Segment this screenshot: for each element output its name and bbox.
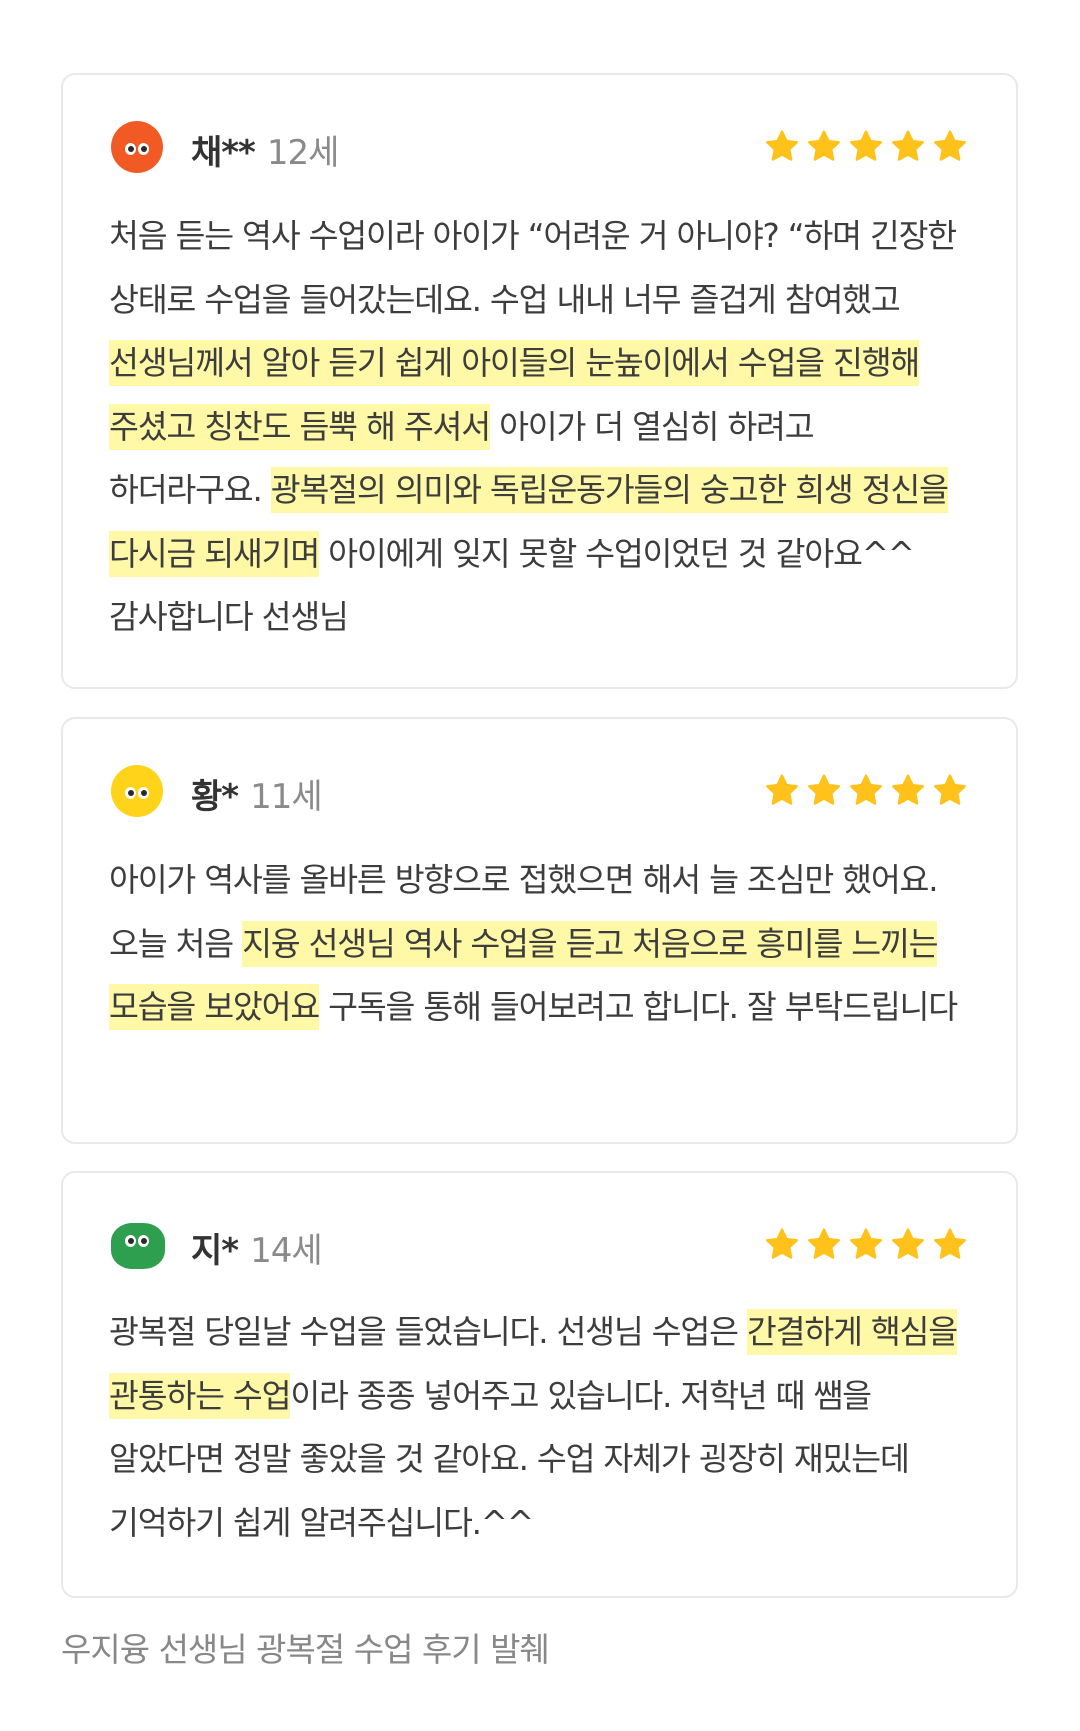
star-icon [850,130,882,161]
star-icon [934,774,966,805]
caption: 우지융 선생님 광복절 수업 후기 발췌 [61,1630,550,1669]
avatar-yellow-icon [111,765,163,817]
star-icon [934,130,966,161]
star-rating [764,129,968,163]
reviewer-name: 황* 11세 [191,777,323,817]
review-header: 황* 11세 [111,761,968,821]
review-card: 지* 14세 광복절 당일날 수업을 들었습니다. 선생님 수업은 간결하게 핵심… [61,1171,1018,1598]
star-rating [764,773,968,807]
review-card: 황* 11세 아이가 역사를 올바른 방향으로 접했으면 해서 늘 조심만 했어요… [61,717,1018,1144]
star-icon [766,130,798,161]
reviewer-age: 11세 [250,777,323,817]
star-icon [766,774,798,805]
star-rating [764,1227,968,1261]
star-icon [808,130,840,161]
review-text: 처음 듣는 역사 수업이라 아이가 “어려운 거 아니야? “하며 긴장한 상태… [109,217,957,636]
review-header: 지* 14세 [111,1215,968,1275]
star-icon [892,130,924,161]
reviewer-age: 14세 [250,1231,323,1271]
star-icon [766,1228,798,1259]
star-icon [850,1228,882,1259]
reviewer-name: 채** 12세 [191,133,340,173]
reviewer-age: 12세 [266,133,340,173]
star-icon [934,1228,966,1259]
avatar-orange-icon [111,121,163,173]
review-text: 아이가 역사를 올바른 방향으로 접했으면 해서 늘 조심만 했어요. 오늘 처… [109,849,972,1040]
star-icon [808,774,840,805]
avatar-green-icon [111,1223,165,1269]
star-icon [808,1228,840,1259]
star-icon [850,774,882,805]
star-icon [892,774,924,805]
star-icon [892,1228,924,1259]
reviewer-name: 지* 14세 [191,1231,323,1271]
review-header: 채** 12세 [111,117,968,177]
review-text: 광복절 당일날 수업을 들었습니다. 선생님 수업은 간결하게 핵심을 관통하는… [109,1301,972,1555]
review-card: 채** 12세 처음 듣는 역사 수업이라 아이가 “어려운 거 아니야? “하며… [61,73,1018,689]
